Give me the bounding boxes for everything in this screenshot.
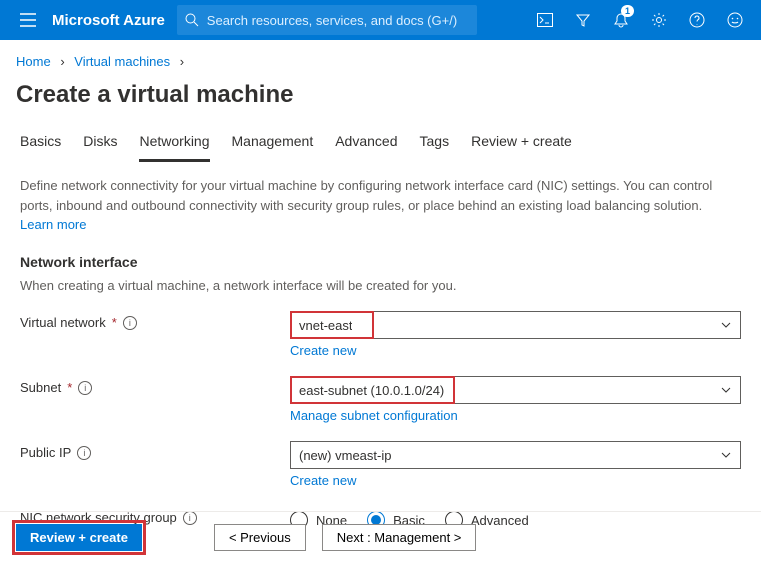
search-icon: [185, 13, 199, 27]
tab-review[interactable]: Review + create: [471, 127, 572, 162]
info-icon[interactable]: i: [123, 316, 137, 330]
search-input[interactable]: [207, 13, 469, 28]
create-new-ip-link[interactable]: Create new: [290, 473, 356, 488]
gear-icon[interactable]: [641, 0, 677, 40]
select-virtual-network[interactable]: vnet-east: [290, 311, 741, 339]
label-subnet: Subnet*i: [20, 376, 290, 395]
breadcrumb-vm[interactable]: Virtual machines: [74, 54, 170, 69]
info-icon[interactable]: i: [78, 381, 92, 395]
chevron-down-icon: [720, 449, 732, 461]
footer-bar: Review + create < Previous Next : Manage…: [0, 511, 761, 563]
select-subnet[interactable]: east-subnet (10.0.1.0/24): [290, 376, 741, 404]
tab-basics[interactable]: Basics: [20, 127, 61, 162]
chevron-right-icon: ›: [60, 54, 64, 69]
info-icon[interactable]: i: [77, 446, 91, 460]
tab-networking[interactable]: Networking: [139, 127, 209, 162]
select-public-ip[interactable]: (new) vmeast-ip: [290, 441, 741, 469]
description-text: Define network connectivity for your vir…: [20, 176, 740, 215]
chevron-down-icon: [720, 384, 732, 396]
page-title: Create a virtual machine: [0, 75, 761, 127]
manage-subnet-link[interactable]: Manage subnet configuration: [290, 408, 458, 423]
search-box[interactable]: [177, 5, 477, 35]
section-title: Network interface: [20, 254, 741, 270]
filter-icon[interactable]: [565, 0, 601, 40]
breadcrumb-home[interactable]: Home: [16, 54, 51, 69]
row-public-ip: Public IPi (new) vmeast-ip Create new: [20, 441, 741, 488]
next-button[interactable]: Next : Management >: [322, 524, 477, 551]
tab-tags[interactable]: Tags: [420, 127, 450, 162]
tab-management[interactable]: Management: [232, 127, 314, 162]
row-virtual-network: Virtual network*i vnet-east Create new: [20, 311, 741, 358]
section-subtitle: When creating a virtual machine, a netwo…: [20, 278, 741, 293]
label-virtual-network: Virtual network*i: [20, 311, 290, 330]
previous-button[interactable]: < Previous: [214, 524, 306, 551]
create-new-vnet-link[interactable]: Create new: [290, 343, 356, 358]
help-icon[interactable]: [679, 0, 715, 40]
feedback-icon[interactable]: [717, 0, 753, 40]
form-body: Define network connectivity for your vir…: [0, 162, 761, 534]
top-icons: 1: [527, 0, 753, 40]
review-create-button[interactable]: Review + create: [16, 524, 142, 551]
label-public-ip: Public IPi: [20, 441, 290, 460]
breadcrumb: Home › Virtual machines ›: [0, 40, 761, 75]
tab-advanced[interactable]: Advanced: [335, 127, 397, 162]
cloud-shell-icon[interactable]: [527, 0, 563, 40]
notifications-icon[interactable]: 1: [603, 0, 639, 40]
chevron-right-icon: ›: [180, 54, 184, 69]
chevron-down-icon: [720, 319, 732, 331]
learn-more-link[interactable]: Learn more: [20, 217, 86, 232]
tab-disks[interactable]: Disks: [83, 127, 117, 162]
row-subnet: Subnet*i east-subnet (10.0.1.0/24) Manag…: [20, 376, 741, 423]
tabs: Basics Disks Networking Management Advan…: [0, 127, 761, 162]
brand-label[interactable]: Microsoft Azure: [52, 12, 165, 29]
notification-badge: 1: [621, 5, 634, 17]
top-bar: Microsoft Azure 1: [0, 0, 761, 40]
menu-icon[interactable]: [8, 13, 48, 27]
